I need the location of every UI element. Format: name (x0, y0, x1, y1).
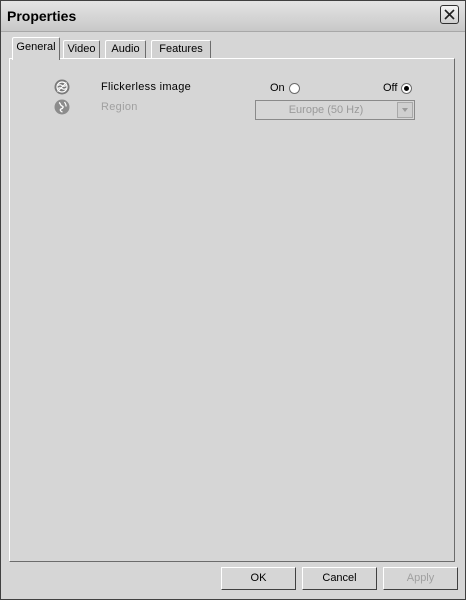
flickerless-on-option[interactable]: On (270, 82, 300, 94)
region-dropdown-button[interactable] (397, 102, 413, 118)
properties-dialog: Properties General Video Audio Features … (0, 0, 466, 600)
window-title: Properties (7, 8, 77, 24)
general-tab-panel (9, 58, 455, 562)
flickerless-icon (54, 79, 70, 95)
region-icon (54, 99, 70, 115)
region-select-value: Europe (50 Hz) (288, 104, 364, 116)
flickerless-off-radio[interactable] (401, 82, 413, 94)
ok-button[interactable]: OK (221, 567, 296, 590)
cancel-button[interactable]: Cancel (302, 567, 377, 590)
tab-audio[interactable]: Audio (105, 40, 146, 58)
tab-video[interactable]: Video (63, 40, 100, 58)
flickerless-on-radio[interactable] (288, 82, 300, 94)
tab-features[interactable]: Features (151, 40, 211, 58)
region-select[interactable]: Europe (50 Hz) (255, 100, 415, 120)
flickerless-off-label: Off (383, 82, 398, 94)
flickerless-label: Flickerless image (101, 81, 192, 93)
tab-general[interactable]: General (12, 37, 60, 60)
chevron-down-icon (402, 108, 408, 112)
close-button[interactable] (440, 5, 459, 24)
title-bar[interactable]: Properties (1, 1, 465, 32)
flickerless-off-option[interactable]: Off (383, 82, 413, 94)
close-icon (444, 9, 455, 20)
apply-button[interactable]: Apply (383, 567, 458, 590)
flickerless-on-label: On (270, 82, 285, 94)
region-label: Region (101, 101, 138, 113)
